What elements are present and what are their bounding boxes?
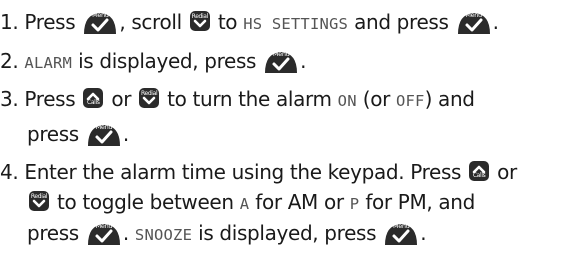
step-text: to toggle between [57,190,234,214]
display-text-on: ON [337,92,357,110]
display-text-off: OFF [395,92,425,110]
menu-key-icon: Menu [383,221,419,247]
redial-key-label: Redial [191,13,209,20]
alarm-instructions: 1. Press Menu , scroll Redial to HS SETT… [0,0,565,253]
step-3: 3. Press Calls or Redial to turn the ala… [0,86,475,114]
redial-key-icon: Redial [138,87,160,113]
menu-key-label: Menu [95,222,113,230]
step-number: 1. [0,10,19,34]
redial-key-label: Redial [140,90,158,97]
period: . [492,10,499,34]
step-text: or [497,160,517,184]
menu-key-icon: Menu [86,122,122,148]
step-text: to [217,10,238,34]
step-text: press [27,221,79,245]
step-number: 4. [0,160,19,184]
menu-key-label: Menu [465,11,482,19]
step-text: Enter the alarm time using the keypad. P… [24,160,462,184]
display-text-p: P [349,195,360,213]
step-text: and press [354,10,449,34]
period: . [300,49,307,73]
step-text: press [27,122,79,146]
step-text: ) and [424,87,475,111]
menu-key-icon: Menu [82,10,118,36]
step-4-continued-2: press Menu . SNOOZE is displayed, press … [27,220,427,248]
calls-key-label: Calls [472,172,486,179]
step-text: Press [24,87,76,111]
step-number: 2. [0,49,19,73]
step-text: Press [24,10,76,34]
step-text: to turn the alarm [167,87,332,111]
step-4: 4. Enter the alarm time using the keypad… [0,159,517,186]
step-2: 2. ALARM is displayed, press Menu . [0,48,307,76]
step-text: , scroll [119,10,182,34]
step-number: 3. [0,87,19,111]
menu-key-label: Menu [92,11,109,19]
period: . [420,221,427,245]
display-text-alarm: ALARM [24,54,73,72]
period: . [122,221,129,245]
step-text: for AM or [255,190,344,214]
step-text: (or [362,87,391,111]
calls-key-icon: Calls [82,87,104,113]
menu-key-label: Menu [392,222,410,230]
step-text: is displayed, press [198,221,377,245]
step-text: is displayed, press [78,49,257,73]
calls-key-icon: Calls [468,160,490,186]
step-3-continued: press Menu . [27,121,129,148]
menu-key-label: Menu [272,50,290,58]
redial-key-label: Redial [30,193,48,200]
redial-key-icon: Redial [189,10,211,36]
period: . [122,122,129,146]
redial-key-icon: Redial [28,190,50,216]
menu-key-icon: Menu [263,49,299,75]
display-text-snooze: SNOOZE [134,226,193,244]
display-text-a: A [239,195,250,213]
menu-key-icon: Menu [86,221,122,247]
step-4-continued: Redial to toggle between A for AM or P f… [27,189,475,217]
step-text: or [111,87,132,111]
display-text-hs-settings: HS SETTINGS [243,15,349,33]
step-1: 1. Press Menu , scroll Redial to HS SETT… [0,9,499,37]
step-text: for PM, and [365,190,475,214]
menu-key-label: Menu [95,123,113,131]
calls-key-label: Calls [87,99,100,106]
menu-key-icon: Menu [456,10,492,36]
